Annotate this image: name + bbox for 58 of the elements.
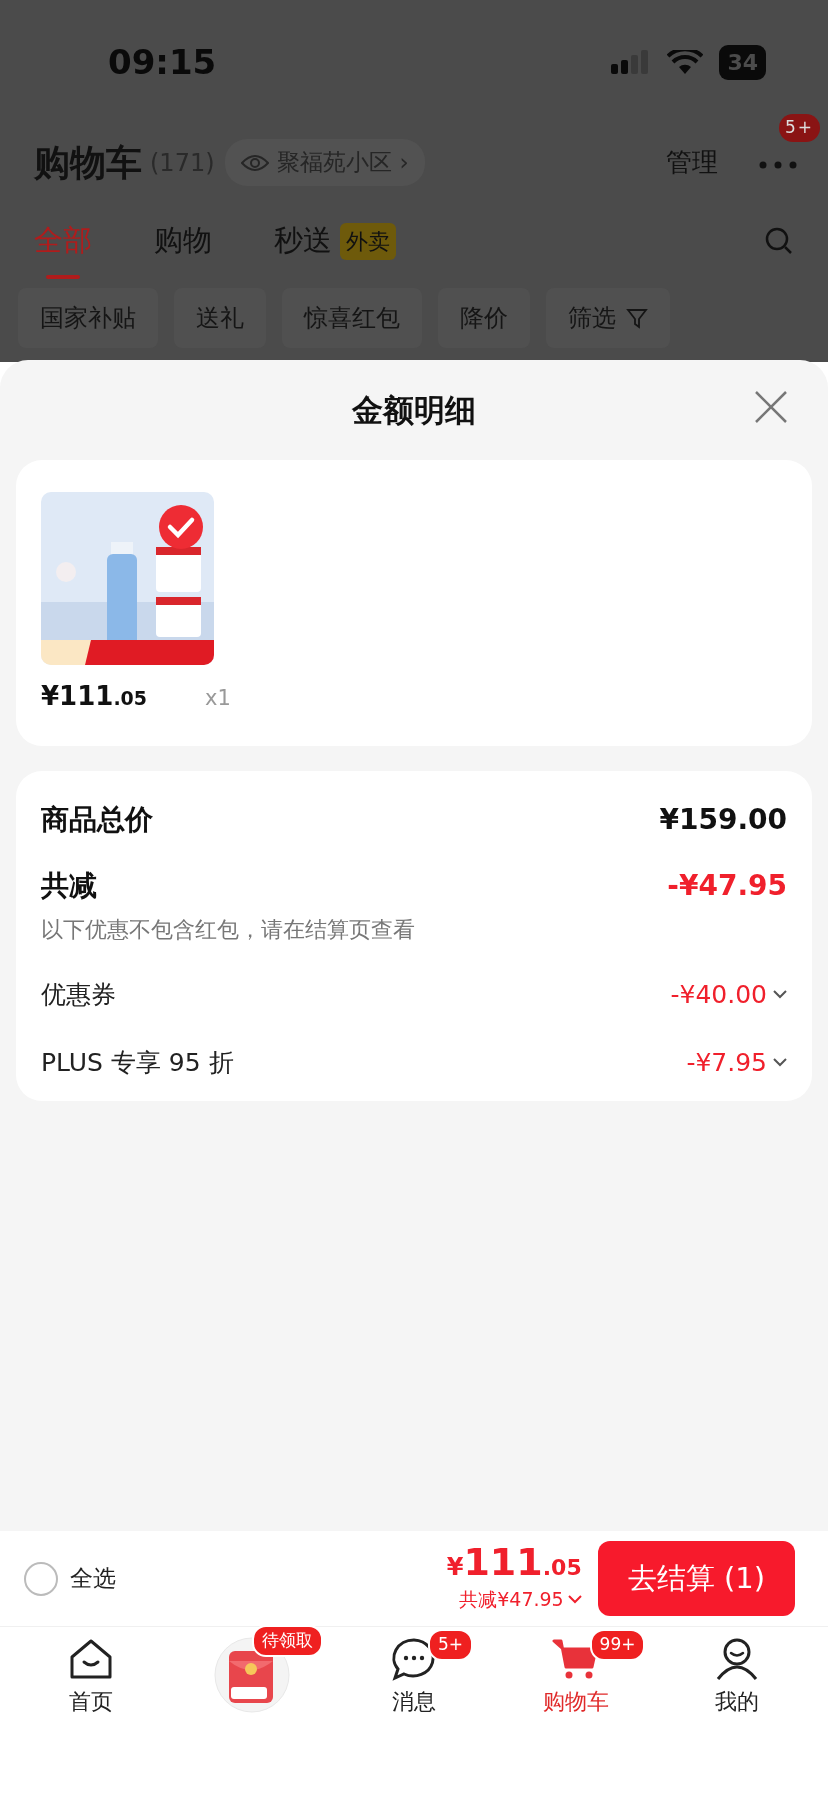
nav-label: 首页 [68, 1688, 113, 1716]
sheet-title: 金额明细 [352, 390, 476, 430]
currency-symbol: ¥ [446, 1553, 464, 1582]
nav-label: 消息 [392, 1688, 436, 1716]
notification-badge: 5+ [778, 114, 820, 142]
chevron-icon: › [399, 145, 409, 180]
total-value: ¥159.00 [659, 802, 787, 838]
item-price: ¥111.05 [41, 680, 148, 713]
manage-link[interactable]: 管理 [666, 143, 718, 182]
wifi-icon [667, 49, 704, 76]
count-badge: 待领取 [252, 1625, 324, 1657]
page-title: 购物车 [34, 140, 142, 185]
price-cents: .05 [542, 1555, 582, 1581]
filter-chip[interactable]: 筛选 [546, 288, 670, 348]
eye-icon [240, 153, 269, 172]
discount-item-value: -¥40.00 [670, 979, 767, 1011]
chevron-down-icon[interactable] [773, 990, 787, 1000]
search-icon[interactable] [764, 226, 794, 256]
nav-tab[interactable]: 待领取 [182, 1627, 323, 1735]
discount-total: 共减¥47.95 [459, 1587, 564, 1613]
nav-tab[interactable]: 消息 5+ [344, 1627, 484, 1735]
checkout-button[interactable]: 去结算 (1) [597, 1540, 795, 1617]
discount-item-label: PLUS 专享 95 折 [41, 1046, 234, 1079]
tab-tag: 外卖 [340, 222, 396, 260]
discount-item-label: 优惠券 [41, 979, 116, 1011]
nav-label: 我的 [715, 1688, 760, 1716]
filter-chip[interactable]: 惊喜红包 [282, 288, 422, 348]
nav-tab[interactable]: 购物车 99+ [505, 1627, 646, 1735]
status-time: 09:15 [108, 41, 217, 84]
select-all-checkbox[interactable]: 全选 [24, 1561, 116, 1596]
tab[interactable]: 全部 [34, 219, 92, 279]
home-icon [68, 1637, 113, 1681]
chevron-down-icon[interactable] [773, 1057, 787, 1067]
discount-label: 共减 [41, 868, 97, 904]
nav-tab[interactable]: 首页 [20, 1627, 161, 1735]
chevron-down-icon[interactable] [567, 1595, 582, 1604]
close-button[interactable] [754, 390, 788, 424]
filter-chip[interactable]: 降价 [438, 288, 530, 348]
more-icon[interactable] [758, 159, 798, 170]
filter-icon [626, 307, 648, 329]
nav-label: 购物车 [542, 1688, 609, 1716]
count-badge: 99+ [589, 1629, 646, 1661]
tab[interactable]: 秒送 外卖 [274, 219, 396, 279]
tab[interactable]: 购物 [154, 219, 212, 279]
discount-value: -¥47.95 [667, 868, 787, 904]
chat-icon [391, 1637, 437, 1681]
profile-icon [715, 1637, 760, 1681]
discount-item-value: -¥7.95 [686, 1046, 767, 1079]
item-quantity: x1 [205, 685, 231, 712]
filter-chip[interactable]: 国家补贴 [18, 288, 158, 348]
filter-chip[interactable]: 送礼 [174, 288, 266, 348]
total-label: 商品总价 [41, 802, 153, 838]
battery-level: 34 [719, 45, 766, 80]
nav-tab[interactable]: 我的 [667, 1627, 808, 1735]
discount-note: 以下优惠不包含红包，请在结算页查看 [41, 916, 416, 944]
count-badge: 5+ [428, 1629, 474, 1661]
total-price: 111 [463, 1540, 543, 1585]
check-icon[interactable] [158, 504, 204, 550]
